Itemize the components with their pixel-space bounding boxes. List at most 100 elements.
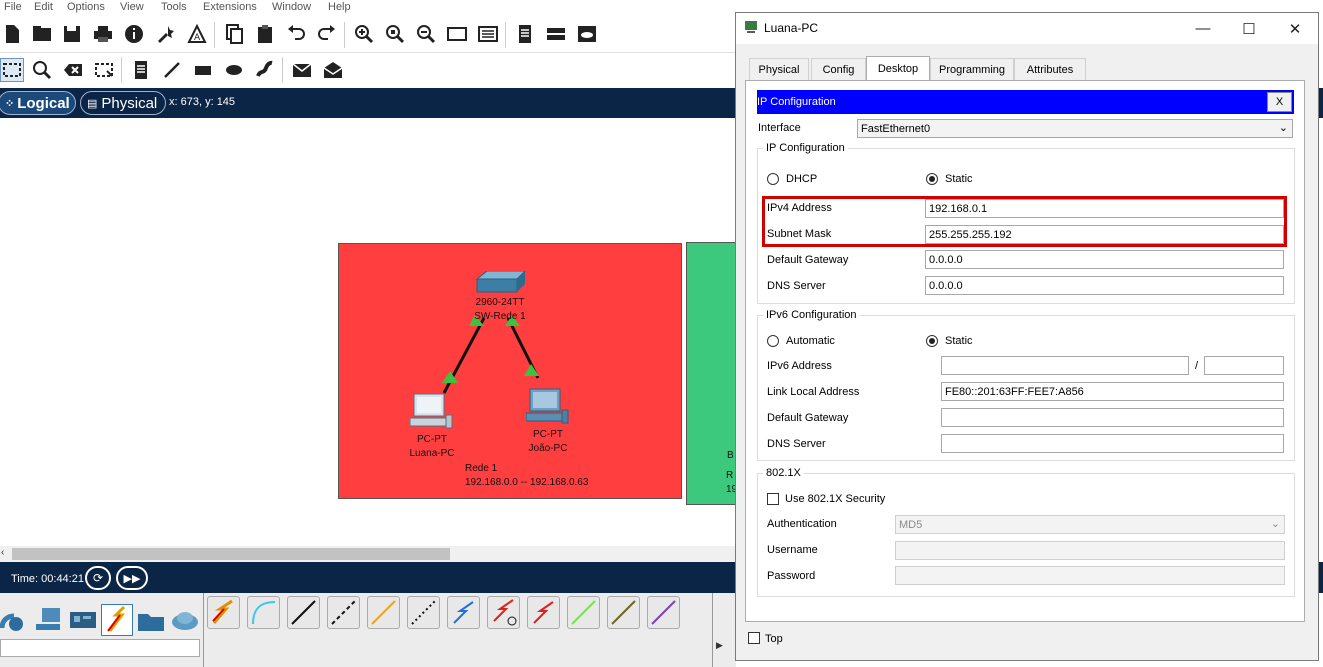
- coaxial-cable-icon[interactable]: [447, 596, 480, 629]
- custom-device-dialog-icon[interactable]: [476, 22, 500, 46]
- packet-tracer-pc-icon: [744, 20, 758, 34]
- menu-window[interactable]: Window: [272, 1, 311, 13]
- auto-connection-cable-icon[interactable]: [207, 596, 240, 629]
- main-toolbar: A: [0, 16, 736, 53]
- fiber-cable-icon[interactable]: [367, 596, 400, 629]
- tab-programming[interactable]: Programming: [930, 58, 1014, 80]
- serial-dce-cable-icon[interactable]: [487, 596, 520, 629]
- phone-cable-icon[interactable]: [407, 596, 440, 629]
- close-window-icon[interactable]: ✕: [1272, 13, 1318, 44]
- menu-file[interactable]: File: [4, 1, 22, 13]
- always-on-top-checkbox[interactable]: [748, 632, 760, 644]
- menu-options[interactable]: Options: [67, 1, 105, 13]
- place-note-icon[interactable]: [129, 58, 153, 82]
- copper-cross-over-icon[interactable]: [327, 596, 360, 629]
- cloud-window-icon[interactable]: [575, 22, 599, 46]
- console-cable-icon[interactable]: [247, 596, 280, 629]
- copper-straight-through-icon[interactable]: [287, 596, 320, 629]
- power-cycle-icon[interactable]: ⟳: [85, 566, 111, 590]
- dhcp-radio[interactable]: [767, 173, 779, 185]
- undo-icon[interactable]: [284, 22, 308, 46]
- logical-view-tab[interactable]: ⁘ Logical: [0, 91, 76, 115]
- tab-config[interactable]: Config: [811, 58, 866, 80]
- serial-dte-cable-icon[interactable]: [527, 596, 560, 629]
- add-simple-pdu-icon[interactable]: [290, 58, 314, 82]
- dns-server-label: DNS Server: [767, 280, 826, 292]
- tab-desktop[interactable]: Desktop: [866, 56, 930, 80]
- network-devices-icon[interactable]: [0, 606, 30, 634]
- menu-help[interactable]: Help: [328, 1, 351, 13]
- physical-view-tab[interactable]: ▤ Physical: [80, 91, 166, 115]
- menu-edit[interactable]: Edit: [34, 1, 53, 13]
- resize-shape-icon[interactable]: [92, 58, 116, 82]
- static-ipv6-label: Static: [945, 335, 973, 347]
- switch-icon[interactable]: [473, 271, 527, 295]
- interface-select[interactable]: FastEthernet0 ⌄: [857, 119, 1293, 138]
- draw-line-icon[interactable]: [160, 58, 184, 82]
- tab-physical[interactable]: Physical: [749, 58, 809, 80]
- usb-cable-icon[interactable]: [647, 596, 680, 629]
- menu-extensions[interactable]: Extensions: [203, 1, 257, 13]
- automatic-radio[interactable]: [767, 335, 779, 347]
- info-icon[interactable]: [122, 22, 146, 46]
- multiuser-icon[interactable]: [170, 606, 200, 634]
- copy-icon[interactable]: [222, 22, 246, 46]
- scrollbar-thumb[interactable]: [12, 548, 450, 560]
- zoom-out-icon[interactable]: [414, 22, 438, 46]
- ipv6-address-input[interactable]: [941, 356, 1189, 375]
- ipv6-gateway-input[interactable]: [941, 408, 1284, 427]
- minimize-icon[interactable]: —: [1180, 13, 1226, 44]
- add-complex-pdu-icon[interactable]: [321, 58, 345, 82]
- save-icon[interactable]: [60, 22, 84, 46]
- pc-joao-icon[interactable]: [526, 388, 570, 426]
- static-ipv6-radio[interactable]: [926, 335, 938, 347]
- tab-attributes[interactable]: Attributes: [1014, 58, 1086, 80]
- maximize-icon[interactable]: ☐: [1226, 13, 1272, 44]
- zoom-in-icon[interactable]: [352, 22, 376, 46]
- default-gateway-input[interactable]: 0.0.0.0: [925, 250, 1284, 269]
- ip-config-close-button[interactable]: X: [1267, 92, 1292, 112]
- scroll-left-arrow-icon[interactable]: ‹: [1, 547, 4, 558]
- draw-rectangle-icon[interactable]: [191, 58, 215, 82]
- end-devices-icon[interactable]: [34, 606, 64, 634]
- static-radio[interactable]: [926, 173, 938, 185]
- device-search-box[interactable]: [0, 639, 200, 657]
- username-input[interactable]: [895, 541, 1285, 560]
- miscellaneous-icon[interactable]: [136, 606, 166, 634]
- redo-icon[interactable]: [315, 22, 339, 46]
- connections-category-icon[interactable]: [101, 604, 133, 636]
- pc-luana-icon[interactable]: [410, 393, 454, 431]
- fast-forward-icon[interactable]: ▶▶: [116, 566, 148, 590]
- paste-icon[interactable]: [253, 22, 277, 46]
- octal-cable-icon[interactable]: [567, 596, 600, 629]
- chevron-down-icon: ⌄: [1270, 518, 1280, 530]
- select-tool-icon[interactable]: [0, 58, 24, 82]
- new-file-icon[interactable]: [0, 22, 24, 46]
- network-wizard-icon[interactable]: [154, 22, 178, 46]
- switch-name-label: SW-Rede 1: [474, 311, 526, 322]
- palette-scroll-right-icon[interactable]: ▶: [716, 640, 723, 651]
- iot-custom-cable-icon[interactable]: [607, 596, 640, 629]
- menu-view[interactable]: View: [120, 1, 144, 13]
- ipv6-dns-input[interactable]: [941, 434, 1284, 453]
- freeform-icon[interactable]: [253, 58, 277, 82]
- notes-icon[interactable]: [513, 22, 537, 46]
- use-8021x-checkbox[interactable]: [767, 493, 779, 505]
- device-icon[interactable]: [544, 22, 568, 46]
- inspect-icon[interactable]: [30, 58, 54, 82]
- open-folder-icon[interactable]: [30, 22, 54, 46]
- network-area-rede-2[interactable]: [686, 242, 736, 505]
- components-icon[interactable]: [68, 606, 98, 634]
- dns-server-input[interactable]: 0.0.0.0: [925, 276, 1284, 295]
- activity-wizard-icon[interactable]: A: [185, 22, 209, 46]
- draw-ellipse-icon[interactable]: [222, 58, 246, 82]
- drawing-palette-icon[interactable]: [445, 22, 469, 46]
- zoom-reset-icon[interactable]: [383, 22, 407, 46]
- delete-icon[interactable]: [61, 58, 85, 82]
- ipv6-prefix-input[interactable]: [1204, 356, 1284, 375]
- menu-tools[interactable]: Tools: [161, 1, 187, 13]
- authentication-select[interactable]: MD5 ⌄: [895, 515, 1285, 534]
- password-input[interactable]: [895, 566, 1285, 585]
- print-icon[interactable]: [91, 22, 115, 46]
- link-local-address-input[interactable]: FE80::201:63FF:FEE7:A856: [941, 382, 1284, 401]
